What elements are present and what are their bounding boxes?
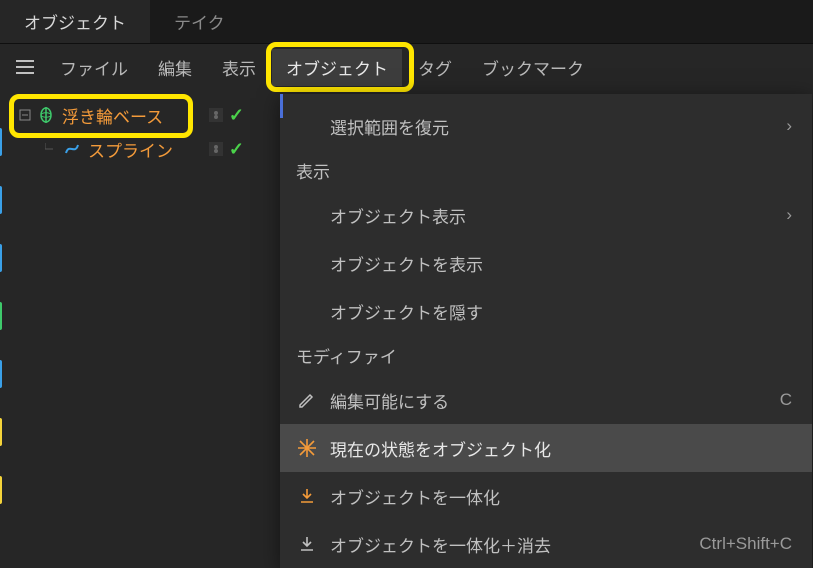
menu-object[interactable]: オブジェクト [272,49,402,86]
chevron-right-icon: › [786,205,792,225]
tree-leaf-icon [44,142,58,156]
menu-item-make-editable[interactable]: 編集可能にする C [280,376,812,424]
menu-section-display: 表示 [280,150,812,191]
menu-item-label: オブジェクトを一体化 [330,484,500,509]
menubar: ファイル 編集 表示 オブジェクト タグ ブックマーク [0,44,813,90]
gutter-marker [0,302,2,330]
menu-item-object-display[interactable]: オブジェクト表示 › [280,191,812,239]
hamburger-icon[interactable] [16,60,34,74]
visibility-toggle-editor[interactable] [209,108,223,122]
gutter-marker [0,360,2,388]
menu-item-label: オブジェクトを一体化＋消去 [330,532,551,557]
outliner-item-label: スプライン [88,137,173,162]
snowflake-icon [296,437,318,459]
menu-item-restore-selection[interactable]: 選択範囲を復元 › [280,102,812,150]
menu-bookmark[interactable]: ブックマーク [468,49,598,86]
make-editable-icon [296,389,318,411]
gutter-marker [0,476,2,504]
tree-collapse-icon[interactable] [18,108,32,122]
menu-shortcut: Ctrl+Shift+C [699,534,792,554]
visibility-toggle-editor[interactable] [209,142,223,156]
object-context-menu: 選択範囲を復元 › 表示 オブジェクト表示 › オブジェクトを表示 オブジェクト… [280,94,812,568]
menu-item-current-state-to-object[interactable]: 現在の状態をオブジェクト化 [280,424,812,472]
spline-icon [64,141,80,157]
outliner-item-lathe[interactable]: 浮き輪ベース ✓ [0,98,256,132]
chevron-right-icon: › [786,116,792,136]
menu-item-label: 選択範囲を復元 [330,114,449,139]
outliner: 浮き輪ベース ✓ スプライン ✓ [0,98,256,166]
menu-item-label: 現在の状態をオブジェクト化 [330,436,551,461]
menu-item-connect-delete[interactable]: オブジェクトを一体化＋消去 Ctrl+Shift+C [280,520,812,568]
gutter-marker [0,418,2,446]
lathe-icon [38,107,54,123]
outliner-item-label: 浮き輪ベース [62,103,163,128]
tab-objects[interactable]: オブジェクト [0,0,150,43]
menu-item-label: オブジェクトを隠す [330,299,483,324]
gutter-marker [0,186,2,214]
menu-edit[interactable]: 編集 [144,49,206,86]
gutter-marker [0,244,2,272]
menu-item-label: 編集可能にする [330,388,449,413]
enable-check-icon[interactable]: ✓ [229,139,244,160]
menu-tag[interactable]: タグ [404,49,466,86]
menu-item-show-objects[interactable]: オブジェクトを表示 [280,239,812,287]
menu-item-label: オブジェクト表示 [330,203,466,228]
panel-tabs: オブジェクト テイク [0,0,813,44]
outliner-item-spline[interactable]: スプライン ✓ [0,132,256,166]
connect-icon [296,485,318,507]
menu-file[interactable]: ファイル [46,49,142,86]
menu-item-connect-objects[interactable]: オブジェクトを一体化 [280,472,812,520]
gutter-marker [0,128,2,156]
enable-check-icon[interactable]: ✓ [229,105,244,126]
tab-takes[interactable]: テイク [150,0,249,43]
menu-item-hide-objects[interactable]: オブジェクトを隠す [280,287,812,335]
menu-shortcut: C [780,390,792,410]
menu-item-label: オブジェクトを表示 [330,251,483,276]
left-gutter [0,94,2,554]
menu-section-modify: モディファイ [280,335,812,376]
menu-view[interactable]: 表示 [208,49,270,86]
connect-delete-icon [296,533,318,555]
